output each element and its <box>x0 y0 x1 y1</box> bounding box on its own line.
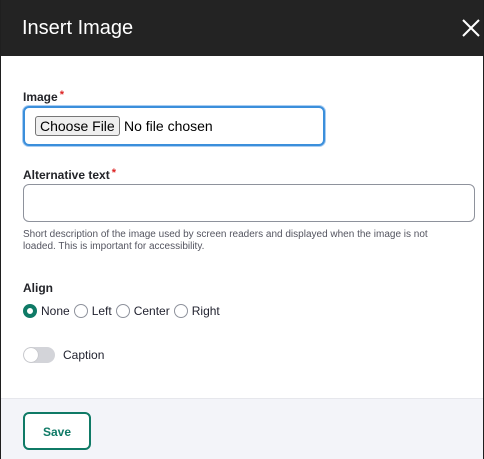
alt-text-label-text: Alternative text <box>23 168 110 182</box>
radio-left[interactable] <box>73 304 88 318</box>
alt-text-required-marker: * <box>111 167 116 179</box>
radio-label-left: Left <box>91 304 112 318</box>
close-icon[interactable] <box>459 16 483 40</box>
choose-file-button[interactable]: Choose File <box>35 116 120 136</box>
insert-image-dialog: Insert Image Image * Choose File No file … <box>0 0 484 459</box>
alt-text-description: Short description of the image used by s… <box>23 229 428 252</box>
dialog-title: Insert Image <box>22 17 134 39</box>
align-option-left[interactable]: Left <box>73 304 116 318</box>
caption-label: Caption <box>63 348 105 362</box>
align-option-none[interactable]: None <box>23 304 74 318</box>
image-file-input[interactable]: Choose File No file chosen <box>23 106 325 146</box>
radio-label-center: Center <box>133 304 170 318</box>
image-label-text: Image <box>23 90 58 104</box>
radio-right[interactable] <box>173 304 188 318</box>
dialog-footer: Save <box>1 398 483 459</box>
file-status-text: No file chosen <box>124 118 213 134</box>
image-label: Image * <box>23 88 64 104</box>
radio-none[interactable] <box>23 304 37 318</box>
align-label: Align <box>23 281 53 295</box>
radio-label-none: None <box>41 304 70 318</box>
radio-center[interactable] <box>115 304 130 318</box>
image-required-marker: * <box>59 89 64 101</box>
caption-toggle[interactable] <box>23 347 55 363</box>
align-option-right[interactable]: Right <box>173 304 224 318</box>
save-button[interactable]: Save <box>23 412 91 450</box>
alt-text-input[interactable] <box>23 184 475 222</box>
alt-text-label: Alternative text * <box>23 166 116 182</box>
align-option-center[interactable]: Center <box>115 304 174 318</box>
dialog-titlebar: Insert Image <box>1 0 483 56</box>
align-radio-group: None Left Center Right <box>23 302 224 320</box>
radio-label-right: Right <box>191 304 220 318</box>
toggle-knob <box>24 348 38 362</box>
